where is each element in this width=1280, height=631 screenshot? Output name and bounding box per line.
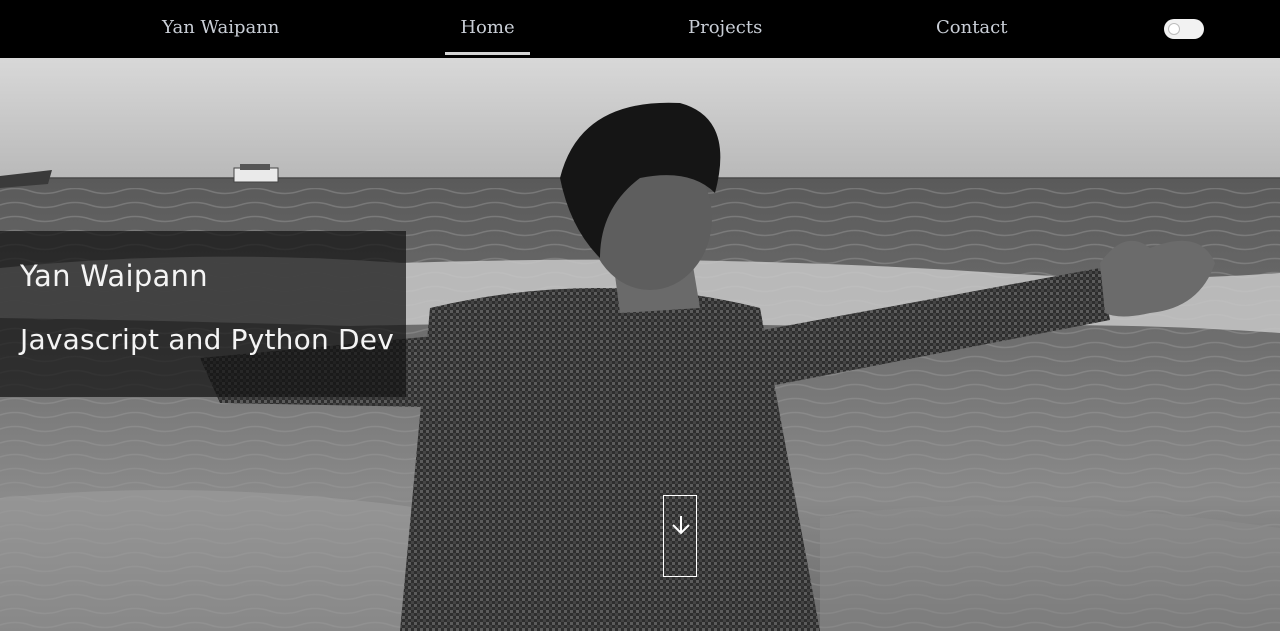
theme-toggle-switch[interactable]	[1164, 19, 1204, 39]
scroll-down-button[interactable]	[663, 495, 697, 577]
nav-link-projects[interactable]: Projects	[688, 0, 762, 58]
nav-link-home-label: Home	[460, 17, 515, 38]
active-underline	[445, 52, 530, 55]
intro-box: Yan Waipann Javascript and Python Dev	[0, 231, 406, 397]
navbar: Yan Waipann Home Projects Contact	[0, 0, 1280, 58]
hero-role: Javascript and Python Dev	[20, 323, 394, 356]
nav-brand-link[interactable]: Yan Waipann	[162, 0, 279, 58]
hero-name: Yan Waipann	[20, 259, 208, 293]
toggle-knob-icon	[1168, 23, 1180, 35]
arrow-down-icon	[672, 516, 690, 535]
hero-section: Yan Waipann Javascript and Python Dev	[0, 58, 1280, 631]
nav-link-home[interactable]: Home	[445, 0, 530, 58]
nav-link-contact[interactable]: Contact	[936, 0, 1007, 58]
